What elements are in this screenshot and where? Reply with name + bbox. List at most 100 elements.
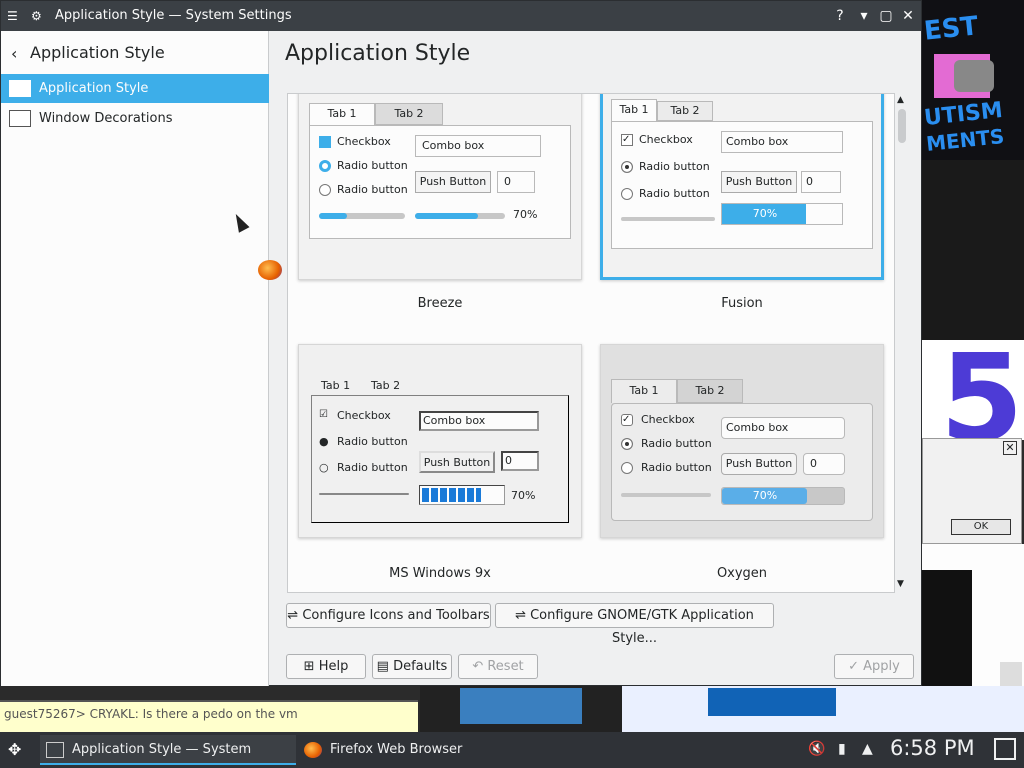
preview-progress: [415, 213, 505, 219]
close-icon[interactable]: ✕: [899, 7, 917, 25]
preview-tab-1: Tab 1: [611, 379, 677, 403]
task-system-settings[interactable]: Application Style — System Settings: [40, 735, 296, 765]
help-button[interactable]: ⊞ Help: [286, 654, 366, 679]
checkbox-icon: [319, 136, 331, 148]
preview-progress: 70%: [721, 203, 843, 225]
preview-progress: [419, 485, 505, 505]
preview-radio-label: Radio button: [337, 159, 408, 172]
preview-tab-2: Tab 2: [677, 379, 743, 403]
preview-spinbox: 0: [801, 171, 841, 193]
chat-line: guest75267> CRYAKL: Is there a pedo on t…: [4, 707, 298, 721]
scroll-down-icon[interactable]: ▼: [897, 579, 904, 589]
reset-button[interactable]: ↶ Reset: [458, 654, 538, 679]
radio-icon: [319, 160, 331, 172]
scroll-up-icon[interactable]: ▲: [897, 95, 904, 105]
preview-push-button: Push Button: [415, 171, 491, 193]
preview-checkbox-label: Checkbox: [337, 409, 391, 422]
menu-icon[interactable]: ☰: [7, 8, 23, 24]
preview-combo: Combo box: [419, 411, 539, 431]
preview-tab-1: Tab 1: [611, 99, 657, 121]
preview-push-button: Push Button: [419, 451, 495, 473]
radio-icon: [621, 188, 633, 200]
style-grid-scrollbar[interactable]: ▲ ▼: [894, 93, 908, 593]
firefox-icon[interactable]: [258, 260, 282, 280]
apply-button[interactable]: ✓ Apply: [834, 654, 914, 679]
task-firefox[interactable]: Firefox Web Browser: [298, 735, 498, 765]
chat-strip: guest75267> CRYAKL: Is there a pedo on t…: [0, 700, 418, 732]
preview-combo: Combo box: [415, 135, 541, 157]
defaults-button[interactable]: ▤ Defaults: [372, 654, 452, 679]
style-card-breeze[interactable]: Tab 1 Tab 2 Checkbox Radio button Radio …: [298, 94, 582, 280]
preview-tab-2: Tab 2: [371, 379, 401, 392]
desktop-background-art: [420, 686, 622, 732]
preview-tab-2: Tab 2: [375, 103, 443, 125]
background-dialog: ✕ OK: [922, 438, 1022, 544]
app-launcher-icon[interactable]: ✥: [8, 740, 21, 759]
desktop-background-art: [922, 544, 1024, 712]
preview-slider: [319, 493, 409, 495]
preview-radio-label: Radio button: [337, 461, 408, 474]
minimize-icon[interactable]: ▾: [855, 7, 873, 25]
preview-radio-label: Radio button: [639, 187, 710, 200]
style-card-ms-windows-9x[interactable]: Tab 1 Tab 2 ☑ Checkbox ● Radio button ○ …: [298, 344, 582, 538]
help-label: Help: [318, 659, 349, 674]
preview-combo: Combo box: [721, 131, 843, 153]
radio-icon: [621, 438, 633, 450]
system-settings-window: ☰ ⚙ Application Style — System Settings …: [0, 0, 922, 686]
style-card-oxygen[interactable]: Tab 1 Tab 2 ✓ Checkbox Radio button Radi…: [600, 344, 884, 538]
volume-muted-icon[interactable]: 🔇: [808, 741, 825, 757]
style-grid: Tab 1 Tab 2 Checkbox Radio button Radio …: [287, 93, 908, 593]
show-desktop-icon[interactable]: [994, 738, 1016, 760]
sidebar-item-label: Application Style: [39, 81, 149, 96]
sidebar-item-application-style[interactable]: Application Style: [1, 74, 269, 103]
window-title: Application Style — System Settings: [55, 8, 292, 23]
application-style-icon: [9, 80, 31, 97]
desktop-background-art: EST UTISM MENTS: [922, 0, 1024, 160]
sidebar-item-label: Window Decorations: [39, 111, 173, 126]
preview-combo: Combo box: [721, 417, 845, 439]
configure-gtk-label: Configure GNOME/GTK Application Style...: [530, 608, 754, 646]
checkbox-icon: ✓: [621, 414, 633, 426]
settings-task-icon: [46, 742, 64, 758]
preview-progress-label: 70%: [752, 207, 778, 220]
sidebar-item-window-decorations[interactable]: Window Decorations: [1, 104, 269, 133]
scroll-thumb[interactable]: [898, 109, 906, 143]
back-arrow-icon[interactable]: ‹: [11, 44, 17, 63]
preview-progress-label: 70%: [513, 208, 538, 221]
desktop-background-art: 5: [922, 340, 1024, 440]
checkbox-icon: ☑: [319, 409, 328, 420]
configure-gtk-button[interactable]: ⇌ Configure GNOME/GTK Application Style.…: [495, 603, 774, 646]
taskbar: ✥ Application Style — System Settings Fi…: [0, 732, 1024, 768]
preview-tab-2: Tab 2: [657, 101, 713, 121]
tray-expand-icon[interactable]: ▲: [862, 741, 873, 757]
preview-progress-label: 70%: [752, 489, 778, 502]
ok-button[interactable]: OK: [951, 519, 1011, 535]
preview-tab-1: Tab 1: [309, 103, 375, 125]
radio-icon: [621, 462, 633, 474]
radio-icon: ○: [319, 461, 329, 474]
maximize-icon[interactable]: ▢: [877, 7, 895, 25]
style-card-fusion[interactable]: Tab 1 Tab 2 ✓ Checkbox Radio button Radi…: [600, 94, 884, 280]
title-bar[interactable]: ☰ ⚙ Application Style — System Settings …: [1, 1, 921, 31]
firefox-task-icon: [304, 742, 322, 758]
sidebar: ‹ Application Style Application Style Wi…: [1, 31, 269, 686]
preview-checkbox-label: Checkbox: [337, 135, 391, 148]
desktop-background-art: [922, 160, 1024, 340]
task-label: Firefox Web Browser: [330, 742, 463, 757]
page-title: Application Style: [285, 41, 471, 66]
radio-icon: ●: [319, 435, 329, 448]
configure-icons-label: Configure Icons and Toolbars: [302, 608, 490, 623]
style-name: Breeze: [417, 296, 463, 311]
preview-checkbox-label: Checkbox: [639, 133, 693, 146]
help-icon[interactable]: ?: [831, 7, 849, 25]
preview-spinbox: 0: [501, 451, 539, 471]
configure-icons-button[interactable]: ⇌ Configure Icons and Toolbars: [286, 603, 491, 628]
radio-icon: [621, 161, 633, 173]
close-icon[interactable]: ✕: [1003, 441, 1017, 455]
clock[interactable]: 6:58 PM: [890, 736, 975, 760]
preview-push-button: Push Button: [721, 453, 797, 475]
style-name: Oxygen: [716, 566, 768, 581]
desktop-background-art: [622, 686, 1024, 732]
usb-device-icon[interactable]: ▮: [838, 741, 846, 757]
preview-radio-label: Radio button: [337, 183, 408, 196]
